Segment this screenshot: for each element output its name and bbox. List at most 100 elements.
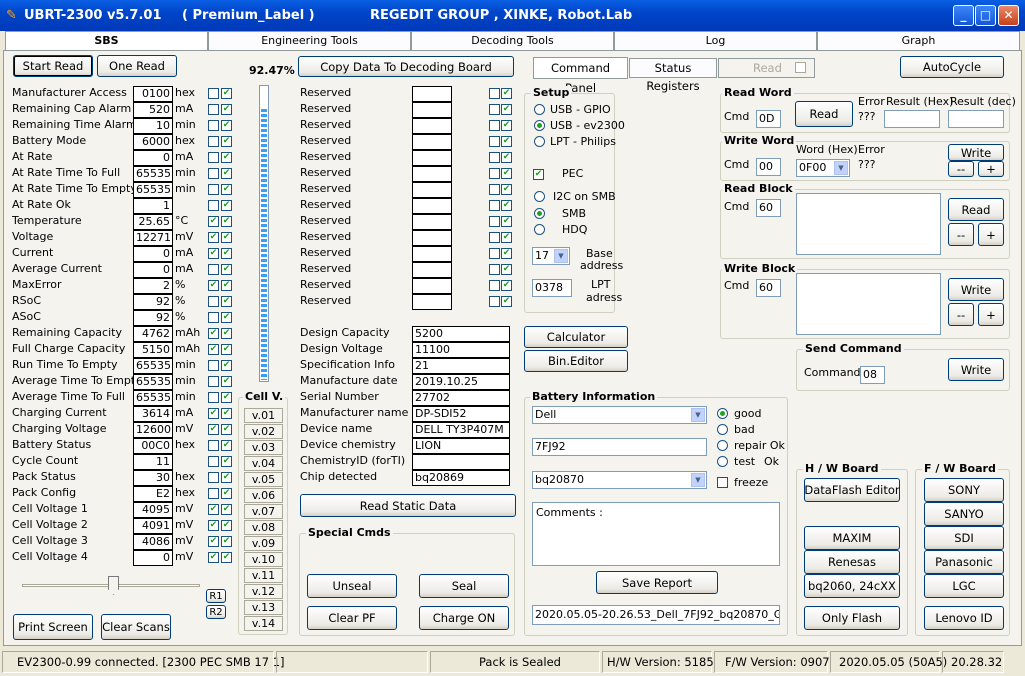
reserved-checkbox-2[interactable]: ✔ [501,232,512,243]
sbs-param-checkbox-2[interactable]: ✔ [221,184,232,195]
sbs-param-checkbox-1[interactable]: ✔ [208,504,219,515]
sbs-param-checkbox-2[interactable]: ✔ [221,408,232,419]
reserved-checkbox-1[interactable] [489,200,500,211]
sbs-param-checkbox-2[interactable]: ✔ [221,488,232,499]
sbs-param-value[interactable]: 3614 [133,406,173,422]
cell-voltage-button[interactable]: v.05 [244,472,283,487]
reserved-value[interactable] [412,294,452,310]
cell-voltage-button[interactable]: v.12 [244,584,283,599]
reserved-checkbox-2[interactable]: ✔ [501,248,512,259]
sbs-param-checkbox-2[interactable]: ✔ [221,120,232,131]
sbs-param-checkbox-1[interactable] [208,168,219,179]
calculator-button[interactable]: Calculator [524,326,628,348]
reserved-value[interactable] [412,182,452,198]
i2c-radio[interactable] [534,191,545,202]
reserved-checkbox-1[interactable] [489,280,500,291]
sbs-param-checkbox-1[interactable] [208,296,219,307]
sbs-param-checkbox-2[interactable]: ✔ [221,456,232,467]
reserved-checkbox-1[interactable] [489,184,500,195]
reserved-value[interactable] [412,102,452,118]
reserved-value[interactable] [412,278,452,294]
sbs-param-checkbox-1[interactable] [208,440,219,451]
reserved-value[interactable] [412,166,452,182]
sbs-param-checkbox-2[interactable]: ✔ [221,168,232,179]
sbs-param-checkbox-1[interactable] [208,456,219,467]
autocycle-button[interactable]: AutoCycle [900,56,1004,78]
read-status-checkbox[interactable] [795,62,806,73]
sbs-param-checkbox-1[interactable]: ✔ [208,344,219,355]
static-info-value[interactable]: 21 [412,358,510,374]
cell-voltage-button[interactable]: v.09 [244,536,283,551]
sbs-param-value[interactable]: 65535 [133,374,173,390]
sbs-param-checkbox-1[interactable] [208,104,219,115]
seal-button[interactable]: Seal [419,574,509,598]
sbs-param-checkbox-2[interactable]: ✔ [221,360,232,371]
reserved-checkbox-2[interactable]: ✔ [501,264,512,275]
sbs-param-value[interactable]: 0 [133,262,173,278]
read-static-data-button[interactable]: Read Static Data [300,494,516,517]
dataflash-editor-button[interactable]: DataFlash Editor [804,478,900,502]
clear-scans-button[interactable]: Clear Scans [101,614,171,640]
sbs-param-value[interactable]: 0 [133,550,173,566]
tab-decoding-tools[interactable]: Decoding Tools [411,31,614,50]
reserved-checkbox-2[interactable]: ✔ [501,168,512,179]
tab-log[interactable]: Log [614,31,817,50]
reserved-checkbox-2[interactable]: ✔ [501,104,512,115]
sbs-param-checkbox-1[interactable] [208,152,219,163]
sbs-param-value[interactable]: 10 [133,118,173,134]
read-block-button[interactable]: Read [948,198,1004,221]
freeze-checkbox[interactable] [717,477,728,488]
sbs-param-checkbox-1[interactable] [208,88,219,99]
sbs-param-checkbox-2[interactable]: ✔ [221,104,232,115]
pec-checkbox[interactable]: ✔ [533,169,544,180]
cell-voltage-button[interactable]: v.04 [244,456,283,471]
result-hex-field[interactable] [884,110,940,128]
sbs-param-value[interactable]: 4086 [133,534,173,550]
sbs-param-checkbox-1[interactable] [208,120,219,131]
sbs-param-checkbox-2[interactable]: ✔ [221,216,232,227]
close-icon[interactable]: ✕ [998,5,1019,26]
print-screen-button[interactable]: Print Screen [13,614,93,640]
sbs-param-checkbox-2[interactable]: ✔ [221,248,232,259]
cell-voltage-button[interactable]: v.14 [244,616,283,631]
only-flash-button[interactable]: Only Flash [804,606,900,630]
static-info-value[interactable]: 5200 [412,326,510,342]
reserved-checkbox-2[interactable]: ✔ [501,216,512,227]
reserved-checkbox-2[interactable]: ✔ [501,296,512,307]
cell-voltage-button[interactable]: v.06 [244,488,283,503]
smb-radio[interactable] [534,208,545,219]
clear-pf-button[interactable]: Clear PF [307,606,397,630]
write-block-plus-button[interactable]: + [978,303,1004,326]
sbs-param-checkbox-2[interactable]: ✔ [221,312,232,323]
write-word-minus-button[interactable]: -- [948,161,974,177]
good-radio[interactable] [717,408,728,419]
report-name-field[interactable]: 2020.05.05-20.26.53_Dell_7FJ92_bq20870_G… [532,605,780,625]
sbs-param-checkbox-2[interactable]: ✔ [221,376,232,387]
reserved-value[interactable] [412,198,452,214]
reserved-checkbox-2[interactable]: ✔ [501,200,512,211]
sbs-param-value[interactable]: 4095 [133,502,173,518]
battery-maker-select[interactable]: Dell ▼ [532,406,707,424]
sbs-param-checkbox-2[interactable]: ✔ [221,280,232,291]
reserved-checkbox-1[interactable] [489,232,500,243]
reserved-checkbox-1[interactable] [489,168,500,179]
sbs-param-checkbox-2[interactable]: ✔ [221,232,232,243]
sbs-param-value[interactable]: 25.65 [133,214,173,230]
sbs-param-checkbox-2[interactable]: ✔ [221,440,232,451]
tab-sbs[interactable]: SBS [5,31,208,51]
sbs-param-value[interactable]: 65535 [133,166,173,182]
write-block-cmd-field[interactable]: 60 [756,279,781,297]
command-field[interactable]: 08 [860,366,885,384]
lpt-philips-radio[interactable] [534,136,545,147]
reserved-checkbox-1[interactable] [489,136,500,147]
sdi-button[interactable]: SDI [924,526,1004,550]
reserved-checkbox-2[interactable]: ✔ [501,152,512,163]
sbs-param-value[interactable]: 4762 [133,326,173,342]
sbs-param-checkbox-1[interactable] [208,376,219,387]
sbs-param-checkbox-2[interactable]: ✔ [221,536,232,547]
battery-chip-select[interactable]: bq20870 ▼ [532,471,707,489]
reserved-checkbox-1[interactable] [489,264,500,275]
sbs-param-checkbox-1[interactable] [208,392,219,403]
lenovo-id-button[interactable]: Lenovo ID [924,606,1004,630]
sbs-param-value[interactable]: 12271 [133,230,173,246]
